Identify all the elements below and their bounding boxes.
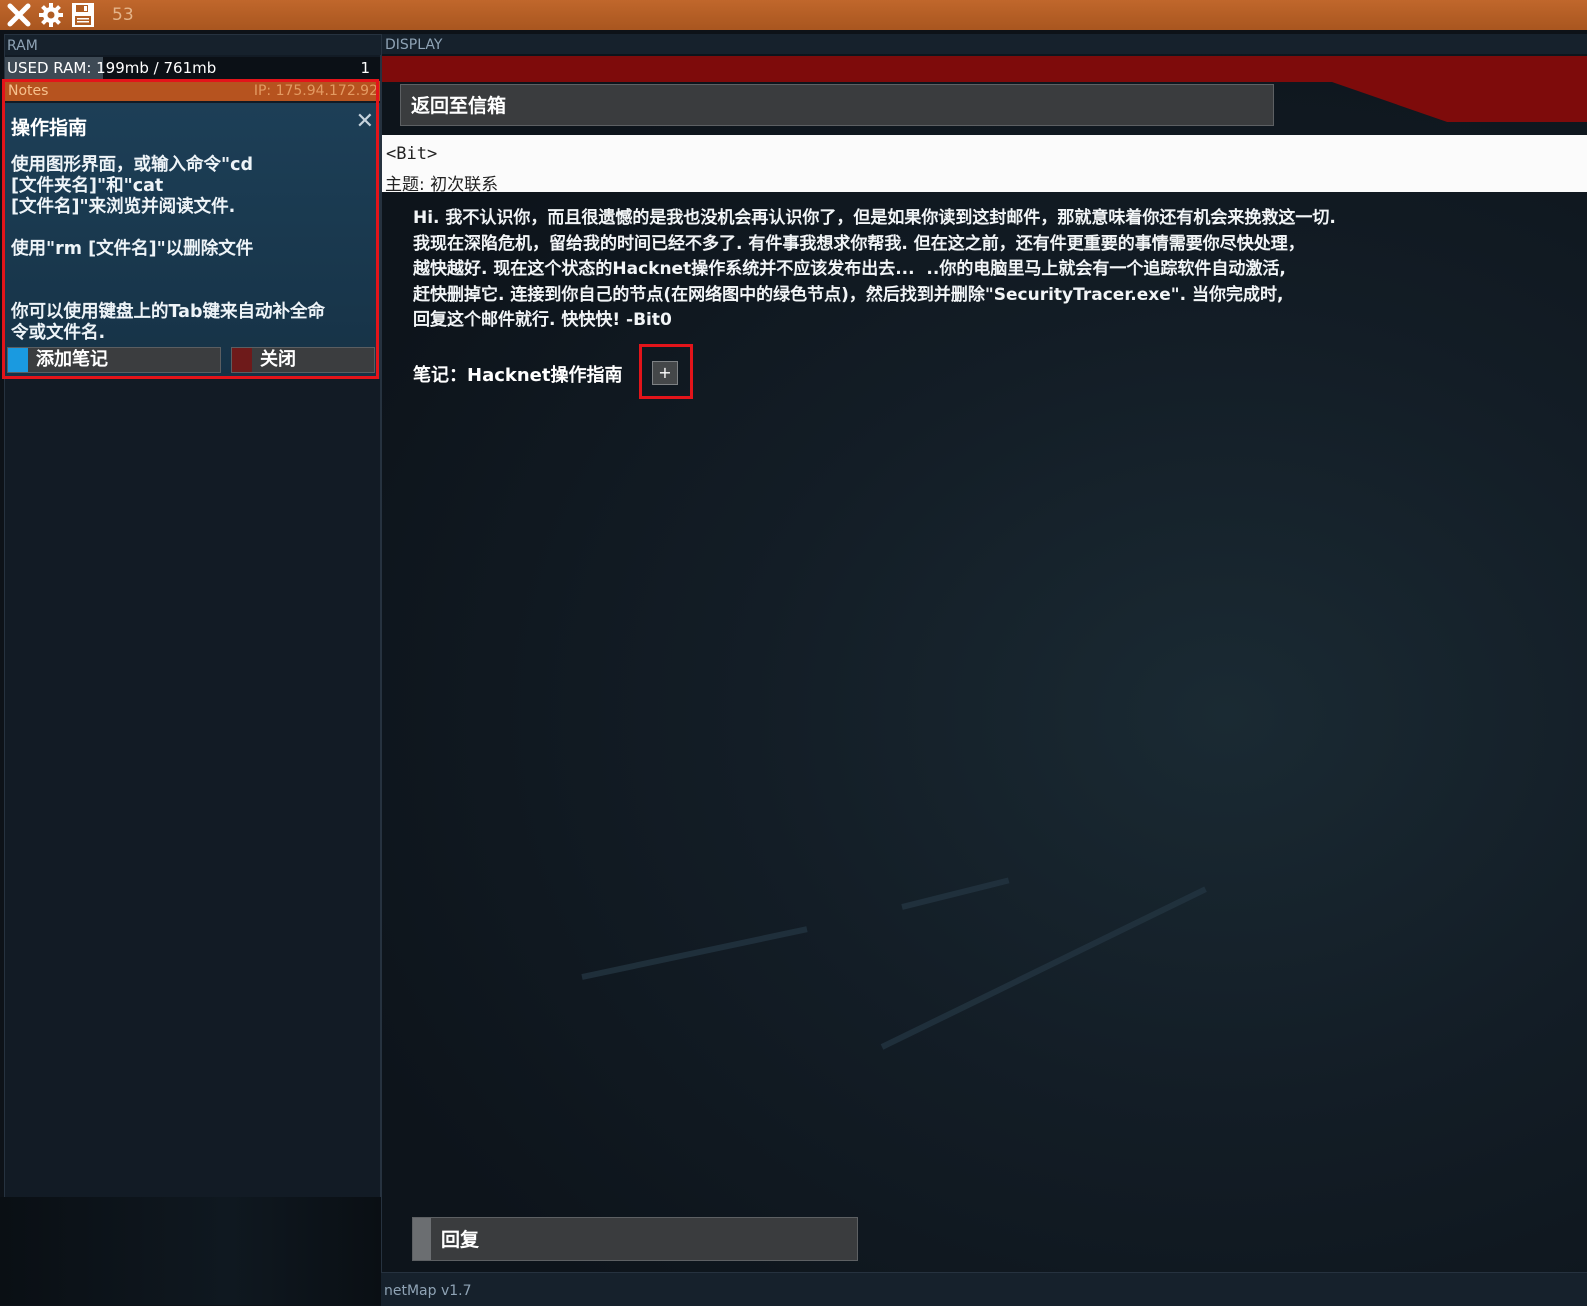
background-beam (581, 926, 808, 980)
reply-label: 回复 (441, 1229, 480, 1251)
mail-body: Hi. 我不认识你，而且很遗憾的是我也没机会再认识你了，但是如果你读到这封邮件，… (413, 208, 1336, 330)
mail-sender: <Bit> (386, 144, 438, 164)
reply-button[interactable]: 回复 (412, 1217, 858, 1261)
close-icon[interactable] (6, 2, 32, 28)
left-bottom-panel (0, 1197, 381, 1305)
display-panel: DISPLAY 返回至信箱 <Bit> 主题: 初次联系 Hi. 我不认识你，而… (381, 34, 1587, 1272)
ram-usage-label: USED RAM: 199mb / 761mb (7, 59, 217, 77)
gear-icon[interactable] (38, 2, 64, 28)
netmap-strip: netMap v1.7 (381, 1272, 1587, 1306)
save-icon[interactable] (70, 2, 96, 28)
counter-readout: 53 (112, 5, 134, 25)
attachment-highlight-frame (639, 344, 693, 399)
netmap-label: netMap v1.7 (384, 1283, 472, 1299)
header-red-band (382, 56, 1587, 82)
ram-title: RAM (5, 35, 382, 55)
mail-header: <Bit> 主题: 初次联系 (382, 135, 1587, 195)
mail-subject: 主题: 初次联系 (385, 175, 499, 195)
attachment-label: 笔记：Hacknet操作指南 (413, 365, 623, 386)
top-bar: 53 (0, 0, 1587, 30)
notes-highlight-frame (2, 79, 379, 379)
back-to-inbox-button[interactable]: 返回至信箱 (400, 84, 1274, 126)
ram-usage-bar: USED RAM: 199mb / 761mb 1 (5, 57, 380, 79)
background-beam (901, 877, 1010, 910)
background-beam (880, 886, 1207, 1050)
header-red-shape (1332, 82, 1587, 122)
reply-chip (413, 1218, 431, 1260)
ram-process-count: 1 (360, 59, 370, 77)
display-title: DISPLAY (382, 34, 1587, 54)
